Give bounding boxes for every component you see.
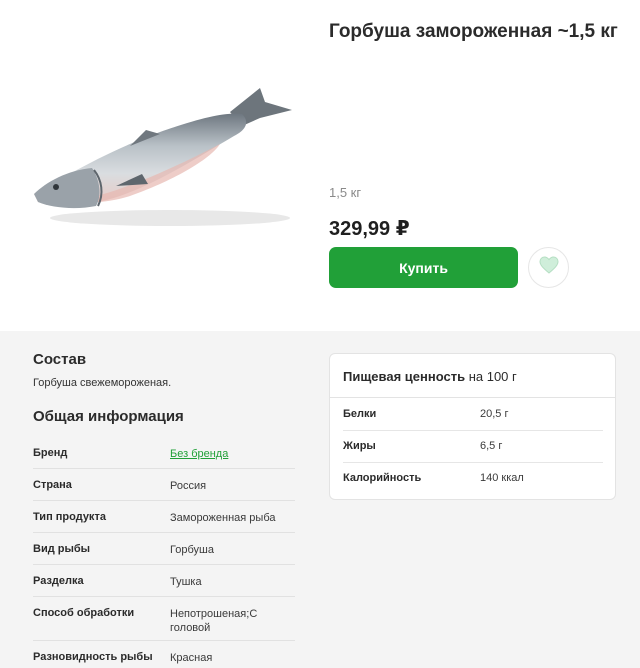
frozen-fish-image xyxy=(20,70,310,240)
info-value: Красная xyxy=(170,652,213,664)
info-key: Страна xyxy=(33,479,72,491)
heart-icon xyxy=(538,256,559,279)
nutrition-row-fat: Жиры 6,5 г xyxy=(343,430,603,462)
info-key: Бренд xyxy=(33,447,68,459)
info-key: Способ обработки xyxy=(33,607,135,619)
product-page: Горбуша замороженная ~1,5 кг 1,5 кг 329,… xyxy=(0,0,640,668)
info-value: Россия xyxy=(170,480,207,492)
info-row-country: Страна Россия xyxy=(33,469,295,501)
nutrition-row-protein: Белки 20,5 г xyxy=(343,398,603,430)
product-price: 329,99 ₽ xyxy=(329,218,410,240)
nutrition-value: 140 ккал xyxy=(480,472,524,484)
product-weight: 1,5 кг xyxy=(329,185,362,200)
nutrition-key: Жиры xyxy=(343,440,376,452)
scrollbar[interactable] xyxy=(634,331,640,668)
info-row-processing: Способ обработки Непотрошеная;С головой xyxy=(33,597,295,641)
info-key: Тип продукта xyxy=(33,511,106,523)
nutrition-value: 20,5 г xyxy=(480,408,509,420)
composition-title: Состав xyxy=(33,351,87,368)
info-value: Тушка xyxy=(170,576,202,588)
info-value: Замороженная рыба xyxy=(170,512,276,524)
buy-button-label: Купить xyxy=(399,259,448,276)
nutrition-value: 6,5 г xyxy=(480,440,503,452)
nutrition-key: Белки xyxy=(343,408,377,420)
brand-link[interactable]: Без бренда xyxy=(170,447,295,461)
info-value: Непотрошеная;С головой xyxy=(170,608,258,634)
info-row-cut: Разделка Тушка xyxy=(33,565,295,597)
info-key: Разделка xyxy=(33,575,84,587)
nutrition-row-calories: Калорийность 140 ккал xyxy=(343,462,603,494)
buy-button[interactable]: Купить xyxy=(329,247,518,288)
info-row-fish-kind: Вид рыбы Горбуша xyxy=(33,533,295,565)
nutrition-title-bold: Пищевая ценность xyxy=(343,369,466,384)
product-title: Горбуша замороженная ~1,5 кг xyxy=(329,21,618,42)
general-info-title: Общая информация xyxy=(33,408,184,425)
product-header: Горбуша замороженная ~1,5 кг 1,5 кг 329,… xyxy=(0,0,640,331)
nutrition-title-rest: на 100 г xyxy=(468,369,517,384)
general-info-table: Бренд Без бренда Страна Россия Тип проду… xyxy=(33,437,295,668)
info-row-product-type: Тип продукта Замороженная рыба xyxy=(33,501,295,533)
nutrition-card: Пищевая ценность на 100 г Белки 20,5 г Ж… xyxy=(329,353,616,500)
product-details: Состав Горбуша свежемороженая. Общая инф… xyxy=(0,331,640,668)
nutrition-key: Калорийность xyxy=(343,472,422,484)
info-row-fish-variety: Разновидность рыбы Красная xyxy=(33,641,295,668)
favorite-button[interactable] xyxy=(528,247,569,288)
info-value: Горбуша xyxy=(170,544,214,556)
nutrition-title: Пищевая ценность на 100 г xyxy=(343,369,517,384)
info-key: Вид рыбы xyxy=(33,543,91,555)
info-key: Разновидность рыбы xyxy=(33,651,153,663)
composition-text: Горбуша свежемороженая. xyxy=(33,377,172,389)
info-row-brand: Бренд Без бренда xyxy=(33,437,295,469)
